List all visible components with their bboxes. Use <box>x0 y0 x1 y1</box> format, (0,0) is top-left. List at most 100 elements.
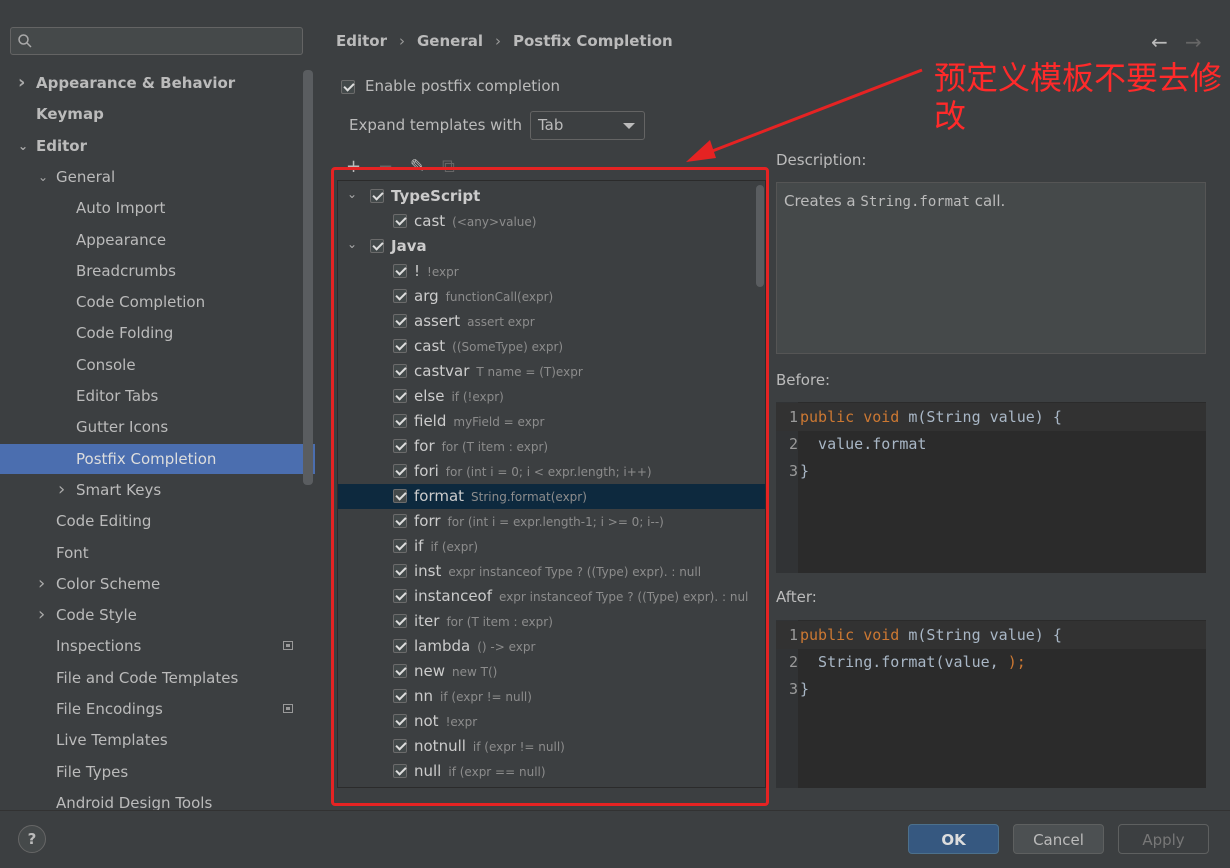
template-checkbox[interactable] <box>393 639 407 653</box>
chevron-right-icon[interactable]: › <box>38 600 50 630</box>
sidebar-item[interactable]: Editor Tabs <box>0 381 315 411</box>
edit-icon[interactable]: ✎ <box>410 156 425 177</box>
template-row[interactable]: instanceof expr instanceof Type ? ((Type)… <box>338 584 765 609</box>
tree-scrollbar[interactable] <box>756 185 764 287</box>
chevron-right-icon[interactable]: › <box>38 569 50 599</box>
template-checkbox[interactable] <box>393 314 407 328</box>
chevron-down-icon[interactable]: ⌄ <box>347 232 357 257</box>
sidebar-item[interactable]: Font <box>0 538 315 568</box>
template-row[interactable]: arg functionCall(expr) <box>338 284 765 309</box>
sidebar-item[interactable]: Code Completion <box>0 287 315 317</box>
template-row[interactable]: not !expr <box>338 709 765 734</box>
sidebar-item[interactable]: ⌄ General <box>0 162 315 192</box>
sidebar-item[interactable]: › Appearance & Behavior <box>0 68 315 98</box>
template-checkbox[interactable] <box>393 689 407 703</box>
chevron-down-icon[interactable]: ⌄ <box>38 162 50 192</box>
sidebar-item[interactable]: Keymap <box>0 99 315 129</box>
sidebar-scrollbar[interactable] <box>303 70 313 485</box>
search-input[interactable] <box>10 27 303 55</box>
back-arrow-icon[interactable]: ← <box>1151 30 1168 54</box>
template-row[interactable]: assert assert expr <box>338 309 765 334</box>
template-checkbox[interactable] <box>393 714 407 728</box>
ok-button[interactable]: OK <box>908 824 999 854</box>
template-row[interactable]: null if (expr == null) <box>338 759 765 784</box>
template-checkbox[interactable] <box>393 439 407 453</box>
template-checkbox[interactable] <box>393 489 407 503</box>
copy-icon[interactable]: ⧉ <box>442 156 455 177</box>
template-checkbox[interactable] <box>393 389 407 403</box>
template-row[interactable]: lambda () -> expr <box>338 634 765 659</box>
template-row[interactable]: notnull if (expr != null) <box>338 734 765 759</box>
breadcrumb-item[interactable]: General <box>417 32 483 50</box>
template-checkbox[interactable] <box>393 614 407 628</box>
template-row[interactable]: cast ((SomeType) expr) <box>338 334 765 359</box>
template-row[interactable]: else if (!expr) <box>338 384 765 409</box>
template-checkbox[interactable] <box>393 339 407 353</box>
chevron-down-icon[interactable]: ⌄ <box>347 182 357 207</box>
template-row[interactable]: if if (expr) <box>338 534 765 559</box>
enable-postfix-label[interactable]: Enable postfix completion <box>365 77 560 95</box>
apply-button[interactable]: Apply <box>1118 824 1209 854</box>
template-checkbox[interactable] <box>370 189 384 203</box>
template-checkbox[interactable] <box>393 539 407 553</box>
template-checkbox[interactable] <box>393 514 407 528</box>
sidebar-item[interactable]: ⌄ Editor <box>0 131 315 161</box>
template-checkbox[interactable] <box>393 289 407 303</box>
sidebar-item[interactable]: Live Templates <box>0 725 315 755</box>
enable-postfix-checkbox[interactable] <box>341 80 355 94</box>
sidebar-item-label: Editor <box>36 136 87 155</box>
template-row[interactable]: iter for (T item : expr) <box>338 609 765 634</box>
sidebar-item[interactable]: Auto Import <box>0 193 315 223</box>
template-checkbox[interactable] <box>393 214 407 228</box>
template-row[interactable]: castvar T name = (T)expr <box>338 359 765 384</box>
template-checkbox[interactable] <box>393 414 407 428</box>
remove-icon[interactable]: − <box>378 156 393 177</box>
template-group-row[interactable]: ⌄ Java <box>338 232 765 259</box>
template-checkbox[interactable] <box>393 464 407 478</box>
template-row[interactable]: field myField = expr <box>338 409 765 434</box>
template-checkbox[interactable] <box>393 364 407 378</box>
help-button[interactable]: ? <box>18 825 46 853</box>
sidebar-item[interactable]: Inspections <box>0 631 315 661</box>
template-checkbox[interactable] <box>393 589 407 603</box>
expand-templates-select[interactable]: Tab <box>530 111 645 140</box>
sidebar-item[interactable]: › Smart Keys <box>0 475 315 505</box>
chevron-down-icon[interactable]: ⌄ <box>18 131 30 161</box>
template-checkbox[interactable] <box>393 664 407 678</box>
sidebar-item[interactable]: Gutter Icons <box>0 412 315 442</box>
template-checkbox[interactable] <box>393 564 407 578</box>
chevron-right-icon[interactable]: › <box>58 475 70 505</box>
sidebar-item[interactable]: Console <box>0 350 315 380</box>
add-icon[interactable]: + <box>346 156 361 177</box>
template-row[interactable]: format String.format(expr) <box>338 484 765 509</box>
sidebar-item[interactable]: File Types <box>0 757 315 787</box>
sidebar-item[interactable]: Breadcrumbs <box>0 256 315 286</box>
template-row[interactable]: for for (T item : expr) <box>338 434 765 459</box>
sidebar-item[interactable]: Code Folding <box>0 318 315 348</box>
template-checkbox[interactable] <box>393 264 407 278</box>
template-checkbox[interactable] <box>393 764 407 778</box>
template-checkbox[interactable] <box>393 739 407 753</box>
cancel-button[interactable]: Cancel <box>1013 824 1104 854</box>
template-key: inst <box>414 562 442 580</box>
template-row[interactable]: fori for (int i = 0; i < expr.length; i++… <box>338 459 765 484</box>
sidebar-item[interactable]: Appearance <box>0 225 315 255</box>
sidebar-item[interactable]: › Color Scheme <box>0 569 315 599</box>
template-group-row[interactable]: ⌄ TypeScript <box>338 182 765 209</box>
template-row[interactable]: cast (<any>value) <box>338 209 765 234</box>
chevron-right-icon[interactable]: › <box>18 68 30 98</box>
sidebar-item-label: Console <box>76 355 136 374</box>
template-row[interactable]: nn if (expr != null) <box>338 684 765 709</box>
sidebar-item[interactable]: File and Code Templates <box>0 663 315 693</box>
forward-arrow-icon[interactable]: → <box>1185 30 1202 54</box>
sidebar-item[interactable]: File Encodings <box>0 694 315 724</box>
sidebar-item[interactable]: Postfix Completion <box>0 443 315 474</box>
breadcrumb-item[interactable]: Editor <box>336 32 387 50</box>
sidebar-item[interactable]: › Code Style <box>0 600 315 630</box>
template-row[interactable]: forr for (int i = expr.length-1; i >= 0; … <box>338 509 765 534</box>
template-row[interactable]: inst expr instanceof Type ? ((Type) expr)… <box>338 559 765 584</box>
template-checkbox[interactable] <box>370 239 384 253</box>
template-row[interactable]: ! !expr <box>338 259 765 284</box>
template-row[interactable]: new new T() <box>338 659 765 684</box>
sidebar-item[interactable]: Code Editing <box>0 506 315 536</box>
